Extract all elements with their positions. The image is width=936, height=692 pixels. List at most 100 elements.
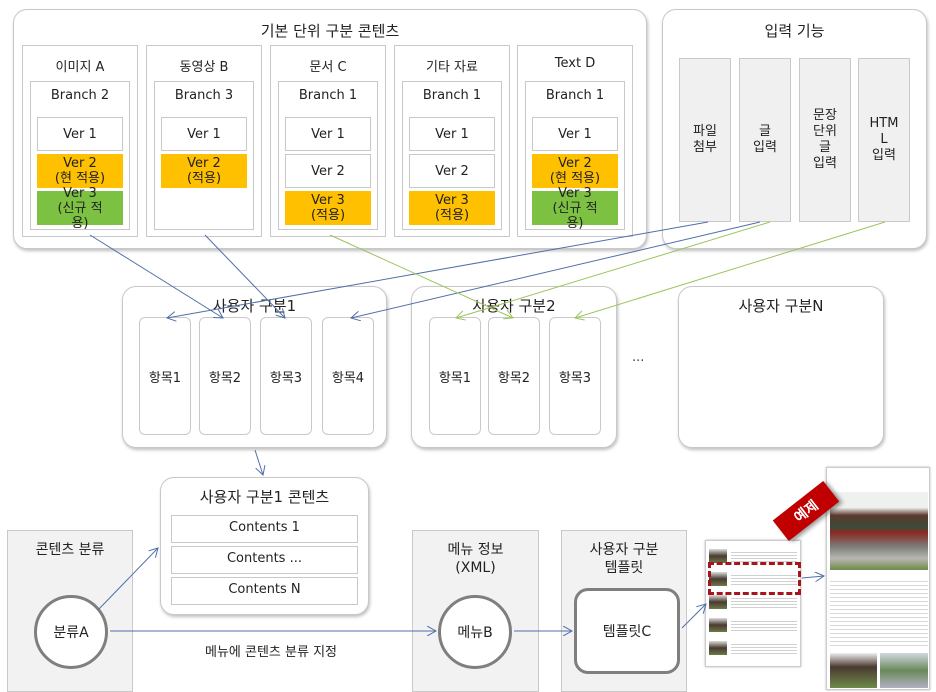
- category-node[interactable]: 분류A: [34, 595, 108, 669]
- branch-title: Branch 1: [422, 88, 482, 103]
- contents-row[interactable]: Contents 1: [171, 515, 358, 543]
- thumbnail-text: [731, 596, 797, 610]
- user-template-title-line: 템플릿: [604, 560, 644, 576]
- contents-row[interactable]: Contents N: [171, 577, 358, 605]
- version-applied[interactable]: Ver 2 (현 적용): [37, 154, 123, 188]
- detail-photo: [830, 492, 928, 570]
- version-label: Ver 1: [63, 126, 97, 142]
- version-label: Ver 3: [435, 193, 469, 208]
- version-label: Ver 1: [558, 126, 592, 142]
- branch-title: Branch 1: [545, 88, 605, 103]
- version-normal[interactable]: Ver 2: [409, 154, 495, 188]
- branch-box: Branch 3 Ver 1 Ver 2 (적용): [154, 81, 254, 230]
- user-group-item[interactable]: 항목2: [488, 317, 540, 435]
- content-column: 동영상 B Branch 3 Ver 1 Ver 2 (적용): [146, 45, 262, 237]
- user-group-item[interactable]: 항목3: [549, 317, 601, 435]
- input-function-item[interactable]: 글 입력: [739, 58, 791, 222]
- version-applied[interactable]: Ver 2 (현 적용): [532, 154, 618, 188]
- version-label: (적용): [434, 208, 470, 223]
- menu-info-title-line: (XML): [455, 560, 496, 576]
- version-label: Ver 1: [435, 126, 469, 142]
- version-label: 용): [566, 215, 584, 231]
- example-list-thumbnail[interactable]: [705, 540, 801, 667]
- content-column-title: 기타 자료: [426, 60, 478, 75]
- content-column: 이미지 A Branch 2 Ver 1 Ver 2 (현 적용) Ver 3 (신규 적용…: [22, 45, 138, 237]
- detail-photo-2: [830, 653, 877, 688]
- version-normal[interactable]: Ver 1: [37, 117, 123, 151]
- user-group-item[interactable]: 항목4: [322, 317, 374, 435]
- input-function-label: 파일: [693, 124, 717, 139]
- version-new[interactable]: Ver 3 (신규 적 용): [37, 186, 123, 231]
- branch-box: Branch 1 Ver 1 Ver 2 Ver 3 (적용): [278, 81, 378, 230]
- version-label: (신규 적: [552, 200, 598, 216]
- input-function-label: 입력: [753, 140, 777, 155]
- version-label: Ver 2: [558, 156, 592, 171]
- version-applied[interactable]: Ver 3 (적용): [409, 191, 495, 225]
- input-function-item[interactable]: 문장 단위 글 입력: [799, 58, 851, 222]
- thumbnail-photo: [709, 595, 727, 609]
- branch-title: Branch 3: [174, 88, 234, 103]
- thumbnail-row: [709, 641, 799, 661]
- content-column: Text D Branch 1 Ver 1 Ver 2 (현 적용) Ver 3 (신규 적…: [517, 45, 633, 237]
- ellipsis: ...: [632, 350, 645, 365]
- input-function-label: HTM: [869, 116, 899, 131]
- example-detail-thumbnail[interactable]: [826, 467, 930, 690]
- version-label: (적용): [186, 171, 222, 186]
- user-group-item[interactable]: 항목1: [139, 317, 191, 435]
- version-new[interactable]: Ver 3 (신규 적 용): [532, 186, 618, 231]
- input-function-label: 입력: [872, 148, 896, 163]
- input-function-label: L: [880, 132, 888, 147]
- edge-label: 메뉴에 콘텐츠 분류 지정: [205, 645, 337, 660]
- version-label: Ver 2: [187, 156, 221, 171]
- input-function-item[interactable]: HTM L 입력: [858, 58, 910, 222]
- branch-box: Branch 1 Ver 1 Ver 2 (현 적용) Ver 3 (신규 적 용): [525, 81, 625, 231]
- thumbnail-photo: [709, 549, 727, 563]
- user1-contents-title: 사용자 구분1 콘텐츠: [199, 488, 330, 506]
- input-function-label: 단위: [813, 124, 837, 139]
- version-label: 용): [71, 215, 89, 231]
- branch-title: Branch 2: [50, 88, 110, 103]
- version-label: (적용): [310, 208, 346, 223]
- content-column-title: Text D: [554, 56, 596, 71]
- version-normal[interactable]: Ver 1: [285, 117, 371, 151]
- input-functions-title: 입력 기능: [764, 22, 825, 40]
- content-column-title: 문서 C: [309, 60, 347, 75]
- version-normal[interactable]: Ver 1: [409, 117, 495, 151]
- thumbnail-text: [731, 642, 797, 656]
- version-normal[interactable]: Ver 1: [161, 117, 247, 151]
- version-normal[interactable]: Ver 2: [285, 154, 371, 188]
- input-function-item[interactable]: 파일 첨부: [679, 58, 731, 222]
- user-group-n-title: 사용자 구분N: [738, 297, 824, 315]
- content-column-title: 이미지 A: [55, 60, 105, 75]
- connector-line: [254, 449, 263, 475]
- content-column-title: 동영상 B: [179, 60, 229, 75]
- menu-node[interactable]: 메뉴B: [438, 595, 512, 669]
- user-group-item[interactable]: 항목2: [199, 317, 251, 435]
- version-label: (현 적용): [54, 171, 106, 186]
- version-label: Ver 3: [311, 193, 345, 208]
- version-label: Ver 2: [311, 163, 345, 179]
- version-applied[interactable]: Ver 3 (적용): [285, 191, 371, 225]
- template-node[interactable]: 템플릿C: [574, 588, 680, 674]
- contents-row[interactable]: Contents ...: [171, 546, 358, 574]
- user-group-1-title: 사용자 구분1: [212, 297, 297, 315]
- input-function-label: 글: [759, 124, 771, 139]
- input-function-label: 글: [819, 140, 831, 155]
- content-category-title: 콘텐츠 분류: [35, 542, 105, 558]
- version-label: (현 적용): [549, 171, 601, 186]
- input-function-label: 문장: [813, 108, 837, 123]
- user-group-item[interactable]: 항목1: [429, 317, 481, 435]
- branch-box: Branch 2 Ver 1 Ver 2 (현 적용) Ver 3 (신규 적 용): [30, 81, 130, 231]
- version-applied[interactable]: Ver 2 (적용): [161, 154, 247, 188]
- content-column: 기타 자료 Branch 1 Ver 1 Ver 2 Ver 3 (적용): [394, 45, 510, 237]
- thumbnail-text: [731, 619, 797, 633]
- version-normal[interactable]: Ver 1: [532, 117, 618, 151]
- user1-contents-panel: 사용자 구분1 콘텐츠 Contents 1 Contents ... Cont…: [160, 477, 369, 615]
- user-group-item[interactable]: 항목3: [260, 317, 312, 435]
- input-function-label: 첨부: [693, 140, 717, 155]
- thumbnail-photo: [709, 641, 727, 655]
- thumbnail-row: [709, 618, 799, 638]
- input-function-label: 입력: [813, 156, 837, 171]
- version-label: (신규 적: [57, 200, 103, 216]
- user-template-title-line: 사용자 구분: [589, 542, 659, 558]
